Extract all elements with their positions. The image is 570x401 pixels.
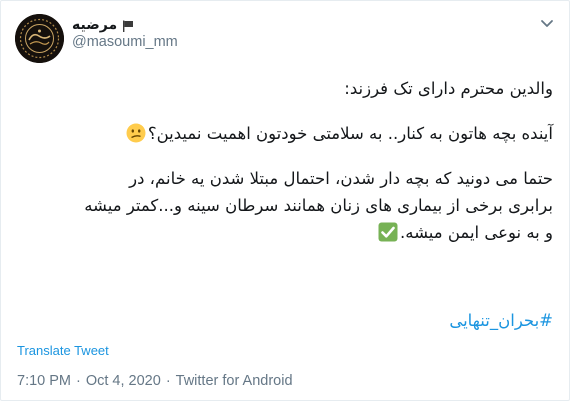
meta-separator: · <box>165 373 171 389</box>
tweet-line: و به نوعی ایمن میشه. <box>23 219 553 246</box>
chevron-down-icon[interactable] <box>539 15 555 31</box>
tweet-text: والدین محترم دارای تک فرزند: آینده بچه ه… <box>23 75 553 246</box>
flag-icon <box>121 18 135 32</box>
author-name-row[interactable]: مرضیه <box>72 15 135 35</box>
avatar[interactable] <box>15 14 64 63</box>
tweet-line: والدین محترم دارای تک فرزند: <box>344 79 553 98</box>
tweet-meta: 7:10 PM · Oct 4, 2020 · Twitter for Andr… <box>17 373 293 389</box>
tweet-time[interactable]: 7:10 PM <box>17 373 71 389</box>
author-display-name[interactable]: مرضیه <box>72 17 117 33</box>
tweet-card: مرضیه @masoumi_mm والدین محترم دارای تک … <box>0 0 570 401</box>
tweet-line: برابری برخی از بیماری های زنان همانند سر… <box>84 196 553 215</box>
hashtag-link[interactable]: #بحران_تنهایی <box>449 311 553 330</box>
tweet-line: حتما می دونید که بچه دار شدن، احتمال مبت… <box>129 169 553 188</box>
translate-tweet-link[interactable]: Translate Tweet <box>17 343 109 358</box>
meta-separator: · <box>76 373 81 389</box>
tweet-date[interactable]: Oct 4, 2020 <box>86 373 161 389</box>
tweet-source: Twitter for Android <box>175 373 293 389</box>
tweet-line: آینده بچه هاتون به کنار.. به سلامتی خودت… <box>23 120 553 147</box>
confused-face-emoji <box>126 123 146 143</box>
author-handle[interactable]: @masoumi_mm <box>72 34 178 50</box>
check-mark-emoji <box>378 222 398 242</box>
